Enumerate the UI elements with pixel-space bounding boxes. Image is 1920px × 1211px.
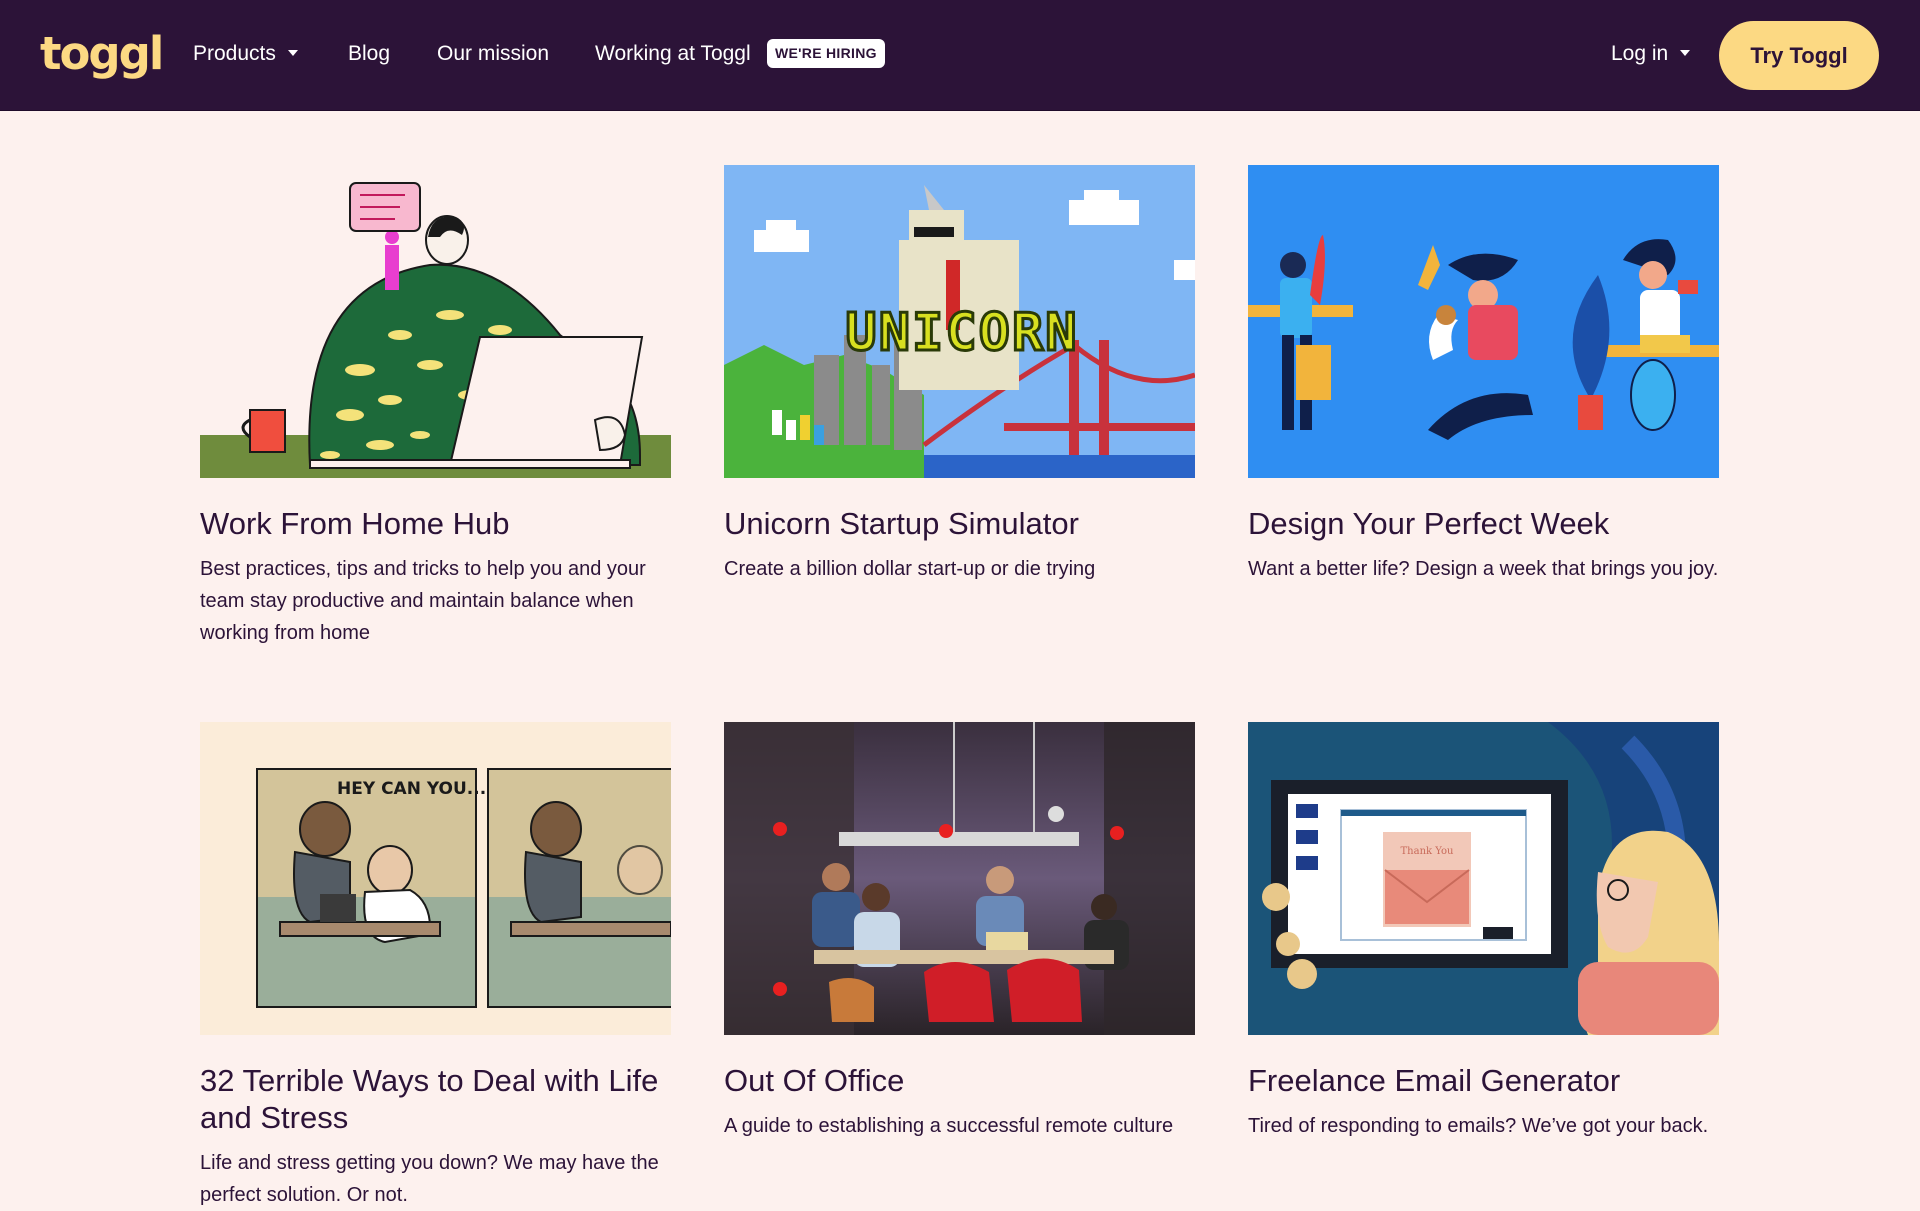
chevron-down-icon <box>287 50 298 56</box>
card-description: Create a billion dollar start-up or die … <box>724 558 1096 580</box>
card-image[interactable] <box>724 722 1195 1035</box>
card-title[interactable]: Unicorn Startup Simulator <box>724 505 1195 542</box>
email-illustration: Thank You <box>1248 722 1719 1035</box>
nav-products[interactable]: Products <box>193 40 298 68</box>
card-freelance-email[interactable]: Thank You Freelance Email Generator Tire… <box>1248 722 1719 1142</box>
login-label: Log in <box>1611 42 1669 65</box>
card-description: Want a better life? Design a week that b… <box>1248 558 1719 580</box>
card-out-of-office[interactable]: Out Of Office A guide to establishing a … <box>724 722 1195 1142</box>
envelope-text: Thank You <box>1401 846 1455 857</box>
card-title[interactable]: Out Of Office <box>724 1062 1195 1099</box>
perfect-week-illustration <box>1248 165 1719 478</box>
unicorn-pixel-art: UNICORN <box>724 165 1195 478</box>
chevron-down-icon <box>1680 50 1691 56</box>
nav-working-at-toggl[interactable]: Working at Toggl <box>595 40 751 68</box>
card-image[interactable]: UNICORN <box>724 165 1195 478</box>
top-navigation: toggl Products Blog Our mission Working … <box>0 0 1920 111</box>
card-perfect-week[interactable]: Design Your Perfect Week Want a better l… <box>1248 165 1719 585</box>
comic-strip: HEY CAN YOU... <box>200 722 671 1035</box>
nav-blog[interactable]: Blog <box>348 40 390 68</box>
wfh-illustration <box>200 165 671 478</box>
card-image[interactable] <box>1248 165 1719 478</box>
try-toggl-button[interactable]: Try Toggl <box>1719 21 1879 90</box>
card-work-from-home[interactable]: Work From Home Hub Best practices, tips … <box>200 165 671 649</box>
nav-products-label: Products <box>193 42 276 65</box>
card-image[interactable]: HEY CAN YOU... <box>200 722 671 1035</box>
card-image[interactable]: Thank You <box>1248 722 1719 1035</box>
card-title[interactable]: Freelance Email Generator <box>1248 1062 1719 1099</box>
toggl-logo[interactable]: toggl <box>40 26 164 82</box>
card-title[interactable]: Design Your Perfect Week <box>1248 505 1719 542</box>
login-dropdown[interactable]: Log in <box>1611 40 1691 68</box>
nav-our-mission[interactable]: Our mission <box>437 40 549 68</box>
card-title[interactable]: Work From Home Hub <box>200 505 671 542</box>
comic-speech-text: HEY CAN YOU... <box>337 779 486 799</box>
card-image[interactable] <box>200 165 671 478</box>
card-description: Tired of responding to emails? We’ve got… <box>1248 1115 1709 1137</box>
hiring-badge[interactable]: WE'RE HIRING <box>767 39 885 68</box>
office-meeting-photo <box>724 722 1195 1035</box>
card-description: Best practices, tips and tricks to help … <box>200 558 646 644</box>
card-terrible-ways[interactable]: HEY CAN YOU... 32 Terrible Ways to Deal … <box>200 722 671 1211</box>
card-title[interactable]: 32 Terrible Ways to Deal with Life and S… <box>200 1062 671 1136</box>
card-description: Life and stress getting you down? We may… <box>200 1152 659 1206</box>
card-description: A guide to establishing a successful rem… <box>724 1115 1174 1137</box>
card-unicorn-startup[interactable]: UNICORN Unicorn Startup Simulator Create… <box>724 165 1195 585</box>
unicorn-title-text: UNICORN <box>845 303 1078 363</box>
